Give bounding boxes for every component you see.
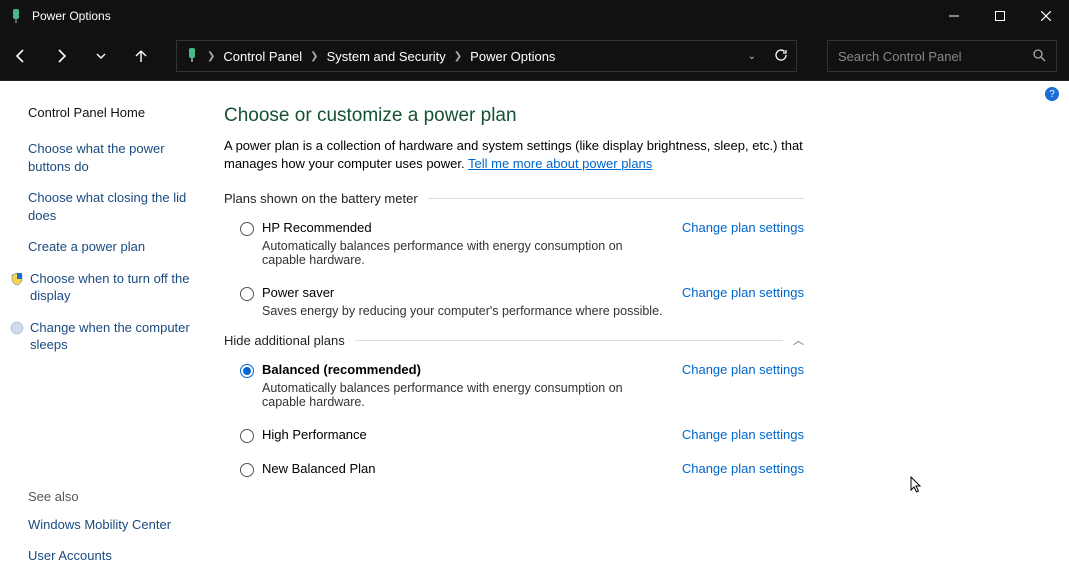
up-button[interactable] <box>132 47 150 65</box>
navbar: ❯ Control Panel ❯ System and Security ❯ … <box>0 32 1069 80</box>
chevron-right-icon: ❯ <box>310 51 318 62</box>
tell-me-more-link[interactable]: Tell me more about power plans <box>468 156 652 171</box>
sidebar-link-create[interactable]: Create a power plan <box>28 238 200 256</box>
search-placeholder: Search Control Panel <box>838 49 1024 64</box>
plan-balanced-name[interactable]: Balanced (recommended) <box>262 362 670 377</box>
address-dropdown[interactable]: ⌄ <box>748 51 756 62</box>
plan-balanced-radio[interactable] <box>240 364 254 378</box>
plan-high-radio[interactable] <box>240 429 254 443</box>
window-controls <box>931 0 1069 32</box>
plan-balanced-change-link[interactable]: Change plan settings <box>682 362 804 377</box>
plan-powersaver-desc: Saves energy by reducing your computer's… <box>262 304 670 318</box>
section-battery-header: Plans shown on the battery meter <box>224 191 804 206</box>
recent-button[interactable] <box>92 47 110 65</box>
plan-new-change-link[interactable]: Change plan settings <box>682 461 804 476</box>
sidebar-link-lid[interactable]: Choose what closing the lid does <box>28 189 200 224</box>
plan-powersaver-change-link[interactable]: Change plan settings <box>682 285 804 300</box>
plan-hp: HP Recommended Automatically balances pe… <box>224 216 804 281</box>
plan-hp-change-link[interactable]: Change plan settings <box>682 220 804 235</box>
address-bar[interactable]: ❯ Control Panel ❯ System and Security ❯ … <box>176 40 797 72</box>
shield-icon <box>10 321 24 335</box>
plan-high: High Performance Change plan settings <box>224 423 804 457</box>
plan-new-name[interactable]: New Balanced Plan <box>262 461 670 476</box>
back-button[interactable] <box>12 47 30 65</box>
plan-high-name[interactable]: High Performance <box>262 427 670 442</box>
plan-high-change-link[interactable]: Change plan settings <box>682 427 804 442</box>
plan-balanced-desc: Automatically balances performance with … <box>262 381 670 409</box>
sidebar-link-buttons[interactable]: Choose what the power buttons do <box>28 140 200 175</box>
see-also-header: See also <box>28 489 200 504</box>
chevron-right-icon: ❯ <box>207 51 215 62</box>
forward-button[interactable] <box>52 47 70 65</box>
window-title: Power Options <box>32 9 931 23</box>
app-icon <box>8 8 24 24</box>
plan-hp-name[interactable]: HP Recommended <box>262 220 670 235</box>
help-icon[interactable]: ? <box>1045 87 1059 101</box>
page-description: A power plan is a collection of hardware… <box>224 137 824 173</box>
breadcrumb-root[interactable]: Control Panel <box>223 49 302 64</box>
section-hide-header[interactable]: Hide additional plans ︿ <box>224 332 804 348</box>
chevron-up-icon: ︿ <box>793 332 804 348</box>
page-heading: Choose or customize a power plan <box>224 105 1029 127</box>
content-area: ? Control Panel Home Choose what the pow… <box>0 80 1069 585</box>
address-icon <box>185 48 199 65</box>
sidebar-link-sleeps[interactable]: Change when the computer sleeps <box>30 319 200 354</box>
main-panel: Choose or customize a power plan A power… <box>210 81 1069 585</box>
plan-hp-desc: Automatically balances performance with … <box>262 239 670 267</box>
breadcrumb-leaf[interactable]: Power Options <box>470 49 555 64</box>
shield-icon <box>10 272 24 286</box>
breadcrumb-mid[interactable]: System and Security <box>327 49 446 64</box>
sidebar: Control Panel Home Choose what the power… <box>0 81 210 585</box>
titlebar: Power Options <box>0 0 1069 32</box>
chevron-right-icon: ❯ <box>454 51 462 62</box>
control-panel-home-link[interactable]: Control Panel Home <box>28 105 200 120</box>
sidebar-link-accounts[interactable]: User Accounts <box>28 547 200 565</box>
search-icon <box>1032 48 1046 65</box>
close-button[interactable] <box>1023 0 1069 32</box>
maximize-button[interactable] <box>977 0 1023 32</box>
plan-powersaver-name[interactable]: Power saver <box>262 285 670 300</box>
minimize-button[interactable] <box>931 0 977 32</box>
search-input[interactable]: Search Control Panel <box>827 40 1057 72</box>
plan-hp-radio[interactable] <box>240 222 254 236</box>
plan-powersaver: Power saver Saves energy by reducing you… <box>224 281 804 332</box>
sidebar-link-turnoff[interactable]: Choose when to turn off the display <box>30 270 200 305</box>
plan-new-radio[interactable] <box>240 463 254 477</box>
sidebar-link-mobility[interactable]: Windows Mobility Center <box>28 516 200 534</box>
plan-balanced: Balanced (recommended) Automatically bal… <box>224 358 804 423</box>
plan-new: New Balanced Plan Change plan settings <box>224 457 804 491</box>
plan-powersaver-radio[interactable] <box>240 287 254 301</box>
refresh-button[interactable] <box>774 48 788 65</box>
